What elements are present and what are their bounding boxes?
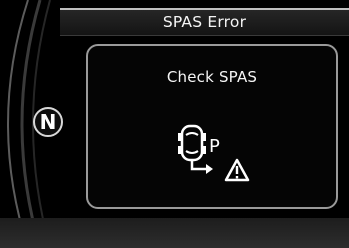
wheel [202,133,206,141]
spas-warning-icon: P [178,124,250,182]
parking-letter: P [209,136,220,157]
gear-indicator: N [33,107,63,137]
wheel [202,146,206,154]
warning-panel: Check SPAS P [86,44,338,209]
car-outline [180,124,204,162]
wheel [178,133,182,141]
wheel [178,146,182,154]
header-bar: SPAS Error [60,8,349,36]
bottom-strip [0,218,349,248]
cluster-display: SPAS Error Check SPAS P N [0,0,349,248]
warning-message: Check SPAS [166,68,258,86]
arrow-icon [190,161,208,171]
header-title: SPAS Error [162,13,247,31]
